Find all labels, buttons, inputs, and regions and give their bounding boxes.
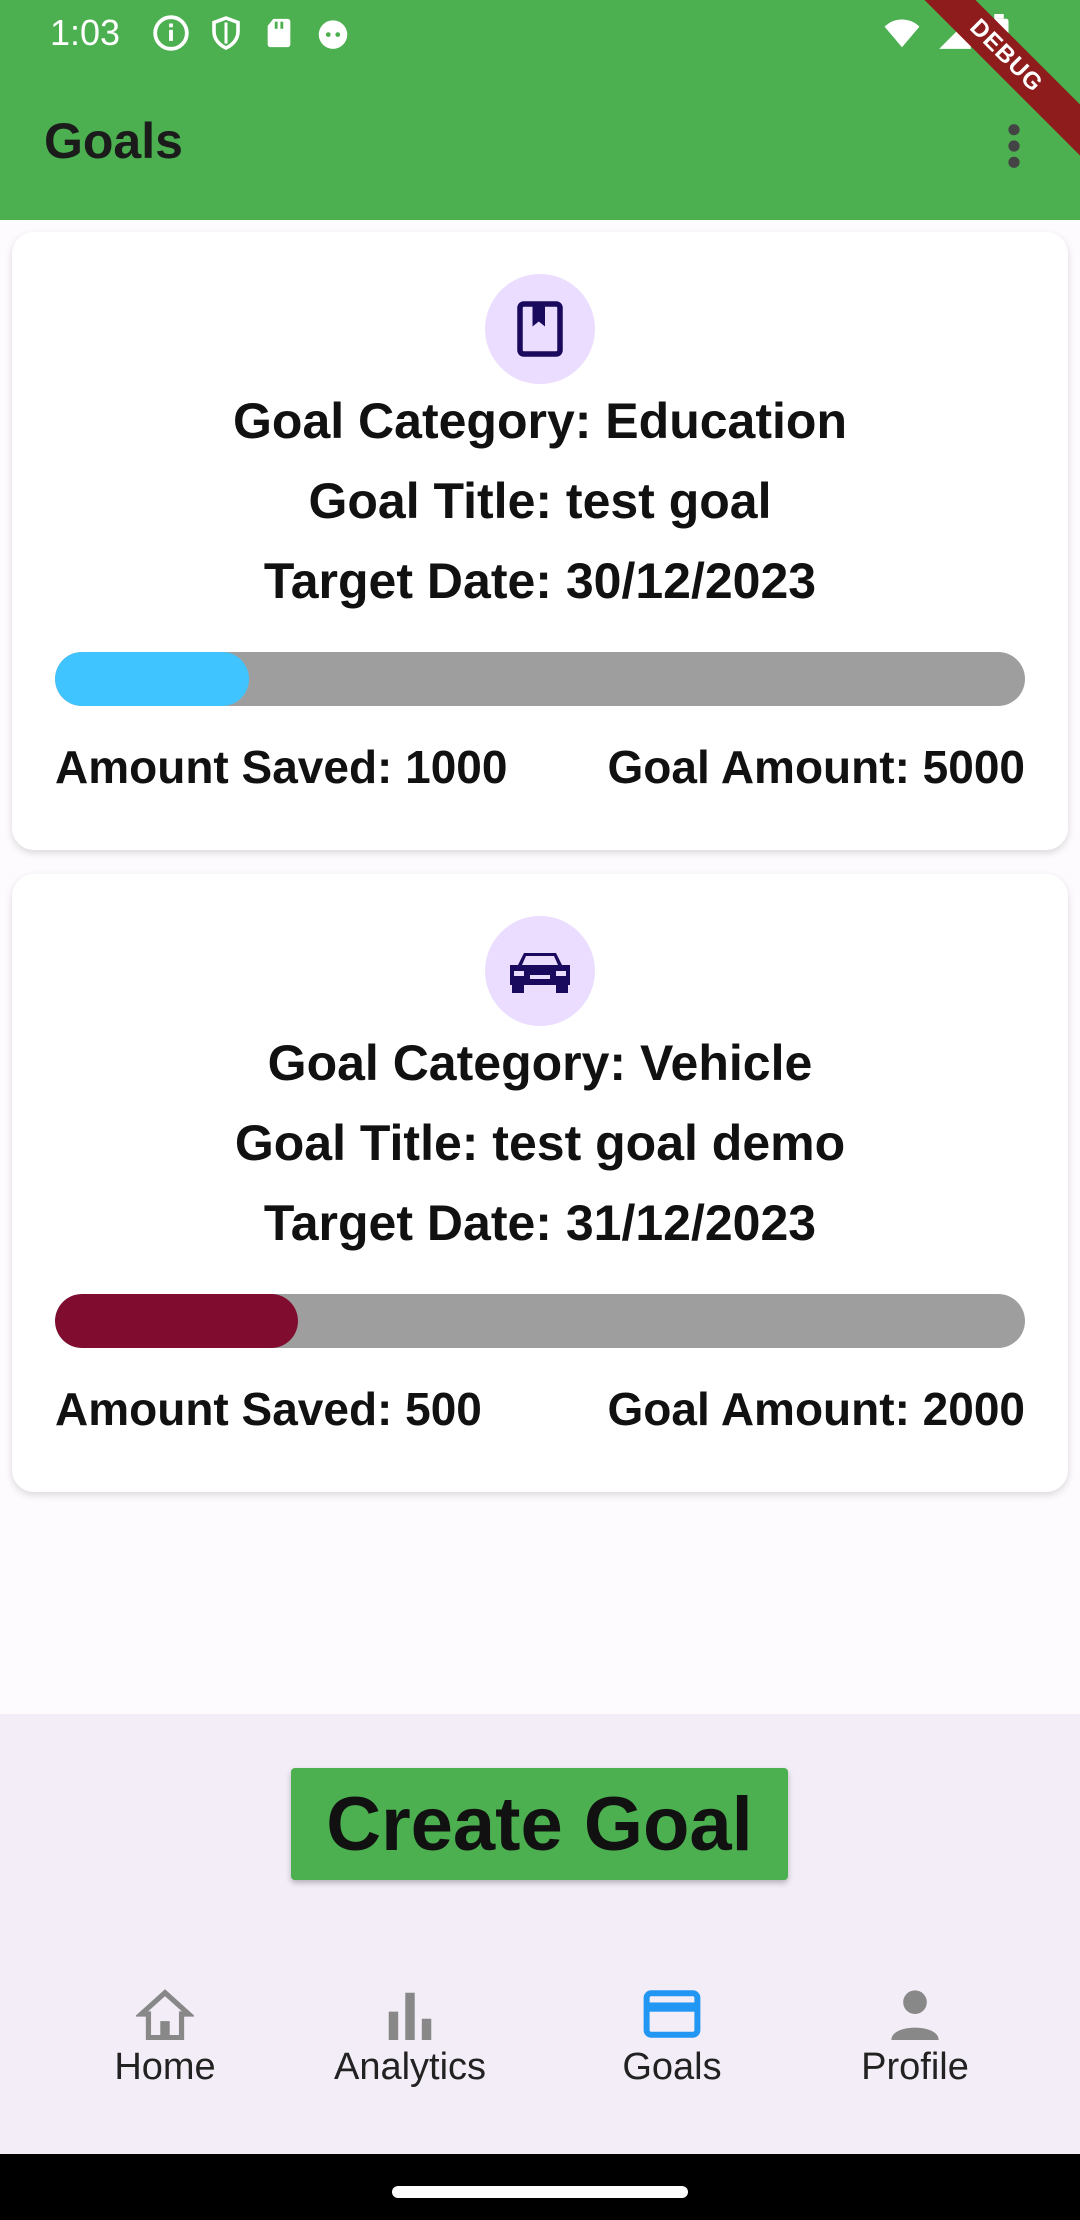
- bar-chart-icon: [388, 1992, 432, 2040]
- create-goal-button[interactable]: Create Goal: [291, 1768, 788, 1880]
- home-gesture-handle[interactable]: [392, 2186, 688, 2198]
- car-icon: [510, 953, 570, 993]
- card-icon: [643, 1990, 701, 2038]
- goal-title: Goal Title: test goal: [308, 473, 772, 529]
- amount-saved: Amount Saved: 1000: [55, 741, 508, 793]
- goal-progress-fill: [55, 1294, 298, 1348]
- category-avatar: [485, 916, 595, 1026]
- goal-title: Goal Title: test goal demo: [234, 1115, 846, 1171]
- goal-card[interactable]: Goal Category: Vehicle Goal Title: test …: [12, 874, 1068, 1492]
- nav-label-home: Home: [114, 2046, 216, 2088]
- goal-category: Goal Category: Vehicle: [267, 1035, 813, 1091]
- system-navigation-bar: [0, 2154, 1080, 2220]
- goal-progress-bar: [55, 1294, 1025, 1348]
- goal-category: Goal Category: Education: [233, 393, 847, 449]
- cat-icon: [318, 20, 348, 49]
- person-icon: [891, 1990, 939, 2040]
- notification-icons: [152, 14, 352, 52]
- nav-item-analytics[interactable]: Analytics: [310, 1988, 510, 2108]
- sd-card-icon: [267, 18, 291, 48]
- goal-target-date: Target Date: 31/12/2023: [263, 1195, 817, 1251]
- category-avatar: [485, 274, 595, 384]
- status-time: 1:03: [50, 12, 121, 53]
- goal-amount: Goal Amount: 2000: [607, 1383, 1025, 1435]
- page-title: Goals: [44, 113, 183, 169]
- shield-icon: [212, 16, 240, 50]
- nav-item-profile[interactable]: Profile: [815, 1988, 1015, 2108]
- goal-amount: Goal Amount: 5000: [607, 741, 1025, 793]
- nav-item-home[interactable]: Home: [65, 1988, 265, 2108]
- goal-progress-fill: [55, 652, 249, 706]
- amount-saved: Amount Saved: 500: [55, 1383, 482, 1435]
- info-icon: [153, 15, 189, 51]
- nav-label-profile: Profile: [861, 2046, 969, 2088]
- nav-label-goals: Goals: [622, 2046, 722, 2088]
- book-icon: [517, 301, 563, 357]
- debug-banner: DEBUG: [900, 0, 1080, 180]
- goal-target-date: Target Date: 30/12/2023: [263, 553, 817, 609]
- home-icon: [136, 1989, 194, 2040]
- goal-progress-bar: [55, 652, 1025, 706]
- nav-item-goals[interactable]: Goals: [572, 1988, 772, 2108]
- nav-label-analytics: Analytics: [333, 2046, 487, 2088]
- debug-label: DEBUG: [901, 0, 1080, 161]
- goal-card[interactable]: Goal Category: Education Goal Title: tes…: [12, 232, 1068, 850]
